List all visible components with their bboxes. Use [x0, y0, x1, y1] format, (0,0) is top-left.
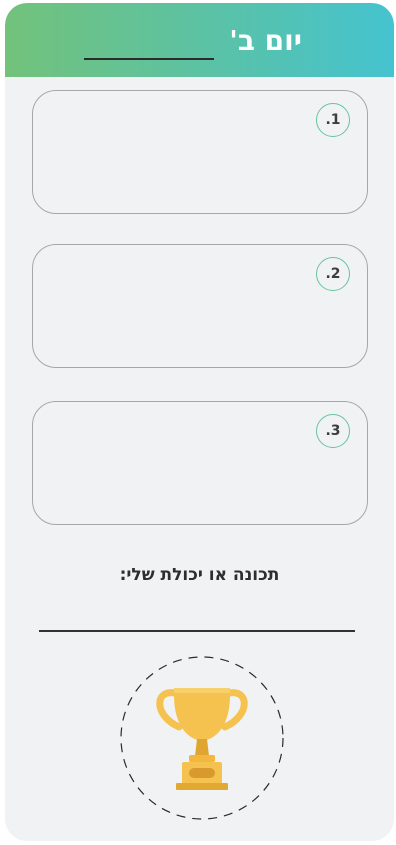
trophy-icon	[120, 656, 284, 820]
number-badge-2: .2	[316, 257, 350, 291]
number-badge-3: .3	[316, 414, 350, 448]
header-banner: יום ב'	[5, 3, 394, 77]
trait-label: תכונה או יכולת שלי:	[119, 565, 280, 585]
day-title: יום ב'	[229, 24, 302, 57]
number-badge-1: .1	[316, 103, 350, 137]
worksheet-card: יום ב' .1 .2 .3 תכונה או יכולת שלי:	[5, 3, 394, 841]
trait-answer-line[interactable]	[39, 630, 355, 632]
answer-box-1[interactable]: .1	[32, 90, 368, 214]
answer-box-2[interactable]: .2	[32, 244, 368, 368]
answer-box-3[interactable]: .3	[32, 401, 368, 525]
day-name-blank-line	[84, 58, 214, 60]
